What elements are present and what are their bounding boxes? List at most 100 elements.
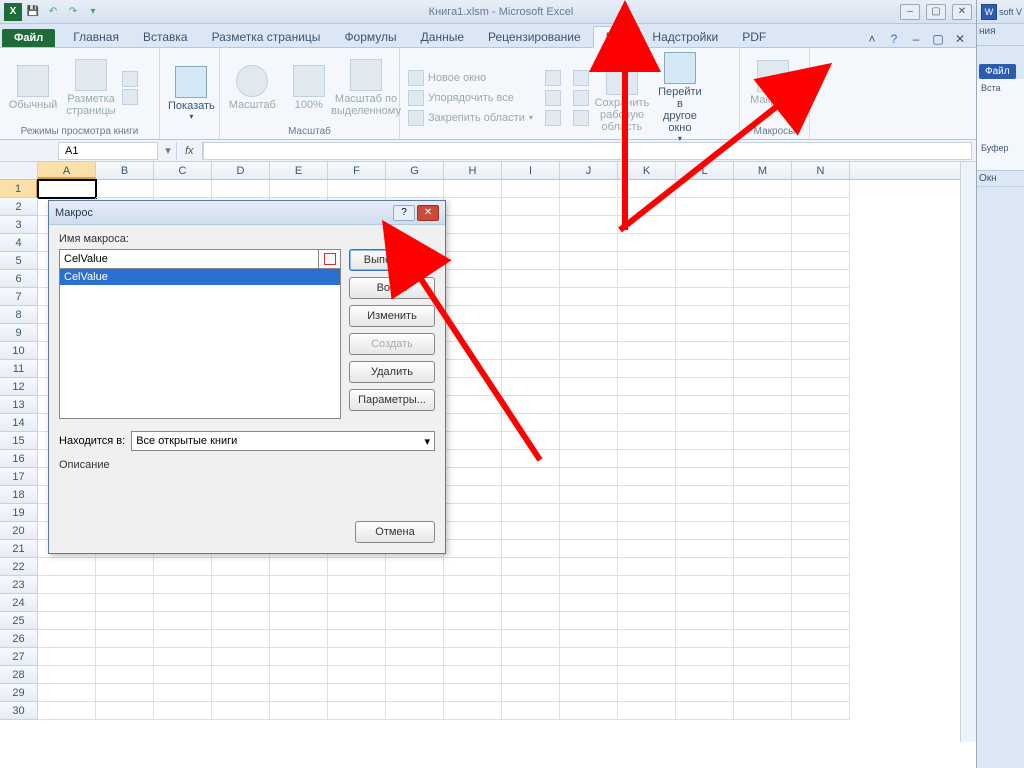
cell[interactable] [386,558,444,576]
macro-list-item[interactable]: CelValue [60,269,340,285]
column-header[interactable]: A [38,162,96,179]
cell[interactable] [734,666,792,684]
tab-addins[interactable]: Надстройки [640,27,730,47]
cell[interactable] [792,576,850,594]
cell[interactable] [560,576,618,594]
cell[interactable] [734,198,792,216]
cell[interactable] [444,558,502,576]
cell[interactable] [676,522,734,540]
column-header[interactable]: J [560,162,618,179]
cell[interactable] [734,270,792,288]
cell[interactable] [502,378,560,396]
cell[interactable] [154,648,212,666]
tab-review[interactable]: Рецензирование [476,27,593,47]
column-header[interactable]: L [676,162,734,179]
cell[interactable] [560,396,618,414]
minimize-ribbon-icon[interactable]: ˄ [864,31,880,47]
cell[interactable] [154,684,212,702]
cell[interactable] [502,432,560,450]
cell[interactable] [444,450,502,468]
macro-name-input[interactable] [59,249,319,269]
cell[interactable] [676,666,734,684]
cell[interactable] [618,342,676,360]
cell[interactable] [792,486,850,504]
cell[interactable] [792,306,850,324]
cell[interactable] [560,558,618,576]
help-icon[interactable]: ? [886,31,902,47]
cell[interactable] [386,612,444,630]
name-box[interactable]: A1 [58,142,158,160]
cell[interactable] [328,702,386,720]
cell[interactable] [676,648,734,666]
cell[interactable] [444,468,502,486]
cell[interactable] [734,216,792,234]
cell[interactable] [212,180,270,198]
cell[interactable] [734,234,792,252]
cell[interactable] [676,468,734,486]
cell[interactable] [618,630,676,648]
cell[interactable] [734,630,792,648]
cell[interactable] [96,666,154,684]
cell[interactable] [734,486,792,504]
cell[interactable] [560,540,618,558]
cell[interactable] [444,306,502,324]
cell[interactable] [676,630,734,648]
cell[interactable] [444,612,502,630]
cell[interactable] [618,306,676,324]
page-layout-button[interactable]: Разметка страницы [64,57,118,119]
cell[interactable] [734,288,792,306]
dialog-help-button[interactable]: ? [393,205,415,221]
cell[interactable] [38,666,96,684]
cell[interactable] [676,450,734,468]
cell[interactable] [96,684,154,702]
cell[interactable] [676,684,734,702]
cell[interactable] [270,180,328,198]
row-header[interactable]: 18 [0,486,38,504]
column-header[interactable]: D [212,162,270,179]
cell[interactable] [560,504,618,522]
cell[interactable] [618,576,676,594]
cell[interactable] [502,414,560,432]
cell[interactable] [502,666,560,684]
cell[interactable] [560,342,618,360]
row-header[interactable]: 27 [0,648,38,666]
cell[interactable] [328,612,386,630]
cell[interactable] [734,702,792,720]
cell[interactable] [792,288,850,306]
normal-view-button[interactable]: Обычный [6,63,60,113]
column-header[interactable]: I [502,162,560,179]
cell[interactable] [618,414,676,432]
cell[interactable] [734,432,792,450]
cell[interactable] [212,648,270,666]
name-box-dropdown-icon[interactable]: ▾ [160,144,176,157]
row-header[interactable]: 6 [0,270,38,288]
cell[interactable] [734,342,792,360]
row-header[interactable]: 28 [0,666,38,684]
save-workspace-button[interactable]: Сохранить рабочую область [595,61,649,135]
row-header[interactable]: 21 [0,540,38,558]
cell[interactable] [96,594,154,612]
cell[interactable] [270,612,328,630]
cell[interactable] [560,324,618,342]
cell[interactable] [792,684,850,702]
macros-button[interactable]: Макросы▾ [746,58,800,117]
cell[interactable] [212,576,270,594]
reset-pos-button[interactable] [571,109,591,127]
cell[interactable] [270,576,328,594]
cell[interactable] [96,648,154,666]
cell[interactable] [618,540,676,558]
sync-scroll-button[interactable] [571,89,591,107]
cell[interactable] [502,648,560,666]
cell[interactable] [676,306,734,324]
cell[interactable] [560,630,618,648]
cell[interactable] [212,558,270,576]
undo-icon[interactable]: ↶ [44,3,62,21]
column-header[interactable]: M [734,162,792,179]
tab-page-layout[interactable]: Разметка страницы [200,27,333,47]
cell[interactable] [734,378,792,396]
close-button[interactable]: ✕ [952,4,972,20]
row-header[interactable]: 20 [0,522,38,540]
restore-button[interactable]: ▢ [926,4,946,20]
row-header[interactable]: 3 [0,216,38,234]
cell[interactable] [618,180,676,198]
